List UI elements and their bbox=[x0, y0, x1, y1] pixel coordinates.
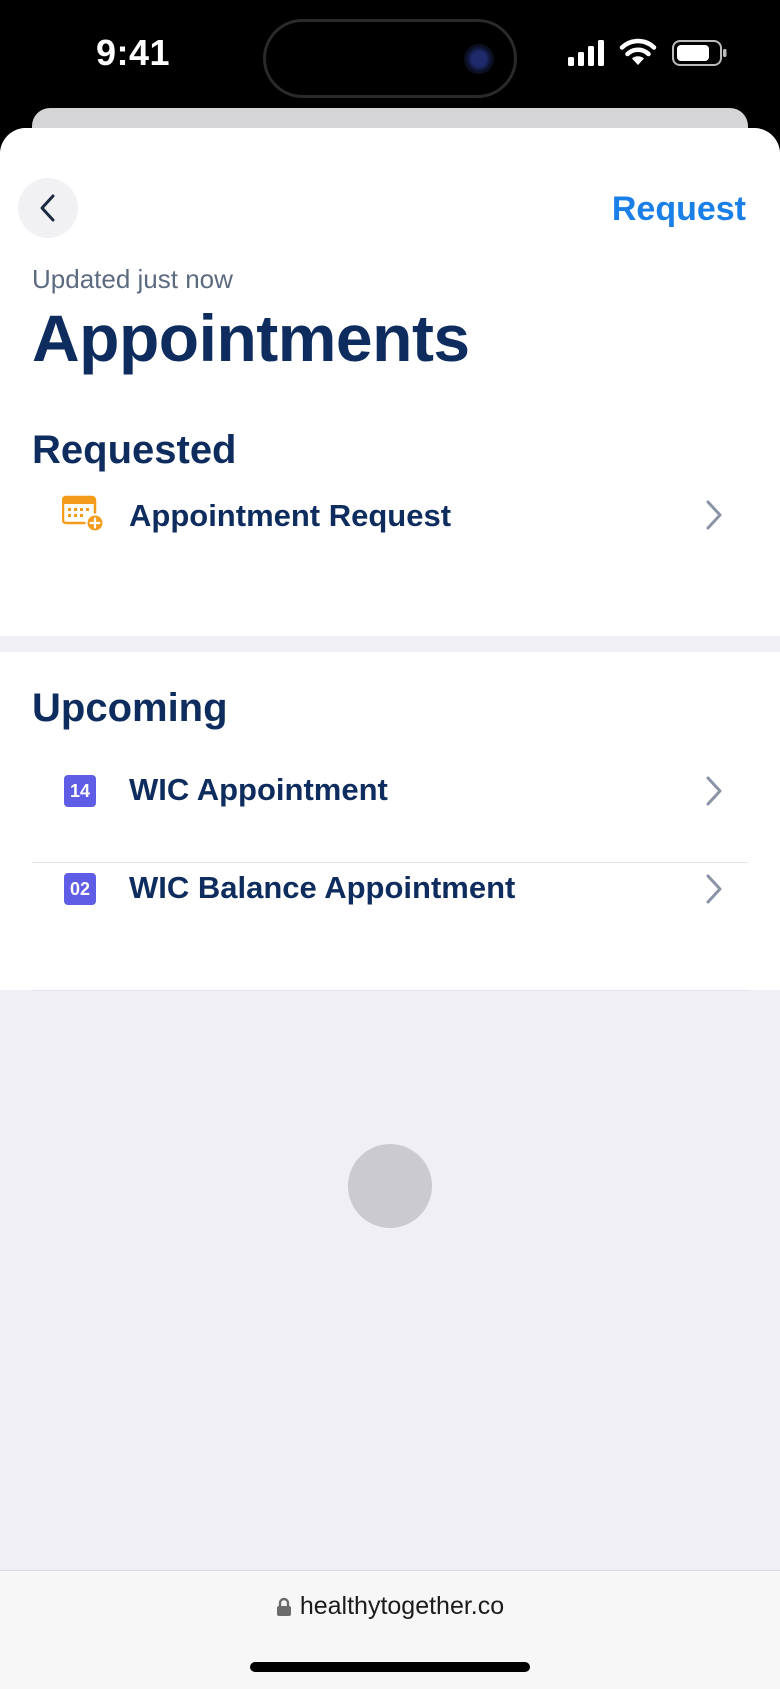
cellular-signal-icon bbox=[568, 40, 604, 66]
list-item-label: WIC Appointment bbox=[129, 772, 388, 807]
upcoming-section: Upcoming 14 WIC Appointment 02 WIC Balan… bbox=[0, 652, 780, 991]
loading-indicator bbox=[348, 1144, 432, 1228]
list-item[interactable]: 14 WIC Appointment bbox=[0, 746, 780, 836]
list-item[interactable]: 02 WIC Balance Appointment bbox=[0, 846, 780, 936]
requested-heading: Requested bbox=[32, 428, 237, 472]
appointment-request-row[interactable]: Appointment Request bbox=[0, 470, 780, 560]
camera-icon bbox=[464, 44, 494, 74]
calendar-date-icon: 02 bbox=[64, 873, 96, 905]
appointments-sheet: Request Updated just now Appointments Re… bbox=[0, 128, 780, 1688]
status-time: 9:41 bbox=[96, 32, 171, 73]
home-indicator bbox=[250, 1662, 530, 1672]
wifi-icon bbox=[619, 38, 657, 65]
url-text: healthytogether.co bbox=[299, 1592, 505, 1620]
page-title: Appointments bbox=[32, 301, 470, 375]
chevron-right-icon bbox=[706, 776, 722, 806]
lock-icon bbox=[276, 1597, 291, 1616]
list-item-label: WIC Balance Appointment bbox=[129, 870, 516, 905]
calendar-add-icon bbox=[62, 495, 104, 532]
chevron-left-icon bbox=[40, 194, 55, 222]
calendar-date-icon: 14 bbox=[64, 775, 96, 807]
divider bbox=[32, 990, 748, 991]
row-divider bbox=[32, 862, 748, 863]
request-button[interactable]: Request bbox=[560, 190, 746, 229]
battery-icon bbox=[672, 40, 727, 66]
requested-section: Request Updated just now Appointments Re… bbox=[0, 128, 780, 636]
back-button[interactable] bbox=[18, 178, 78, 238]
chevron-right-icon bbox=[706, 874, 722, 904]
url-display[interactable]: healthytogether.co bbox=[0, 1592, 780, 1621]
list-item-label: Appointment Request bbox=[129, 498, 452, 533]
updated-status: Updated just now bbox=[32, 264, 233, 294]
upcoming-heading: Upcoming bbox=[32, 686, 228, 730]
chevron-right-icon bbox=[706, 500, 722, 530]
